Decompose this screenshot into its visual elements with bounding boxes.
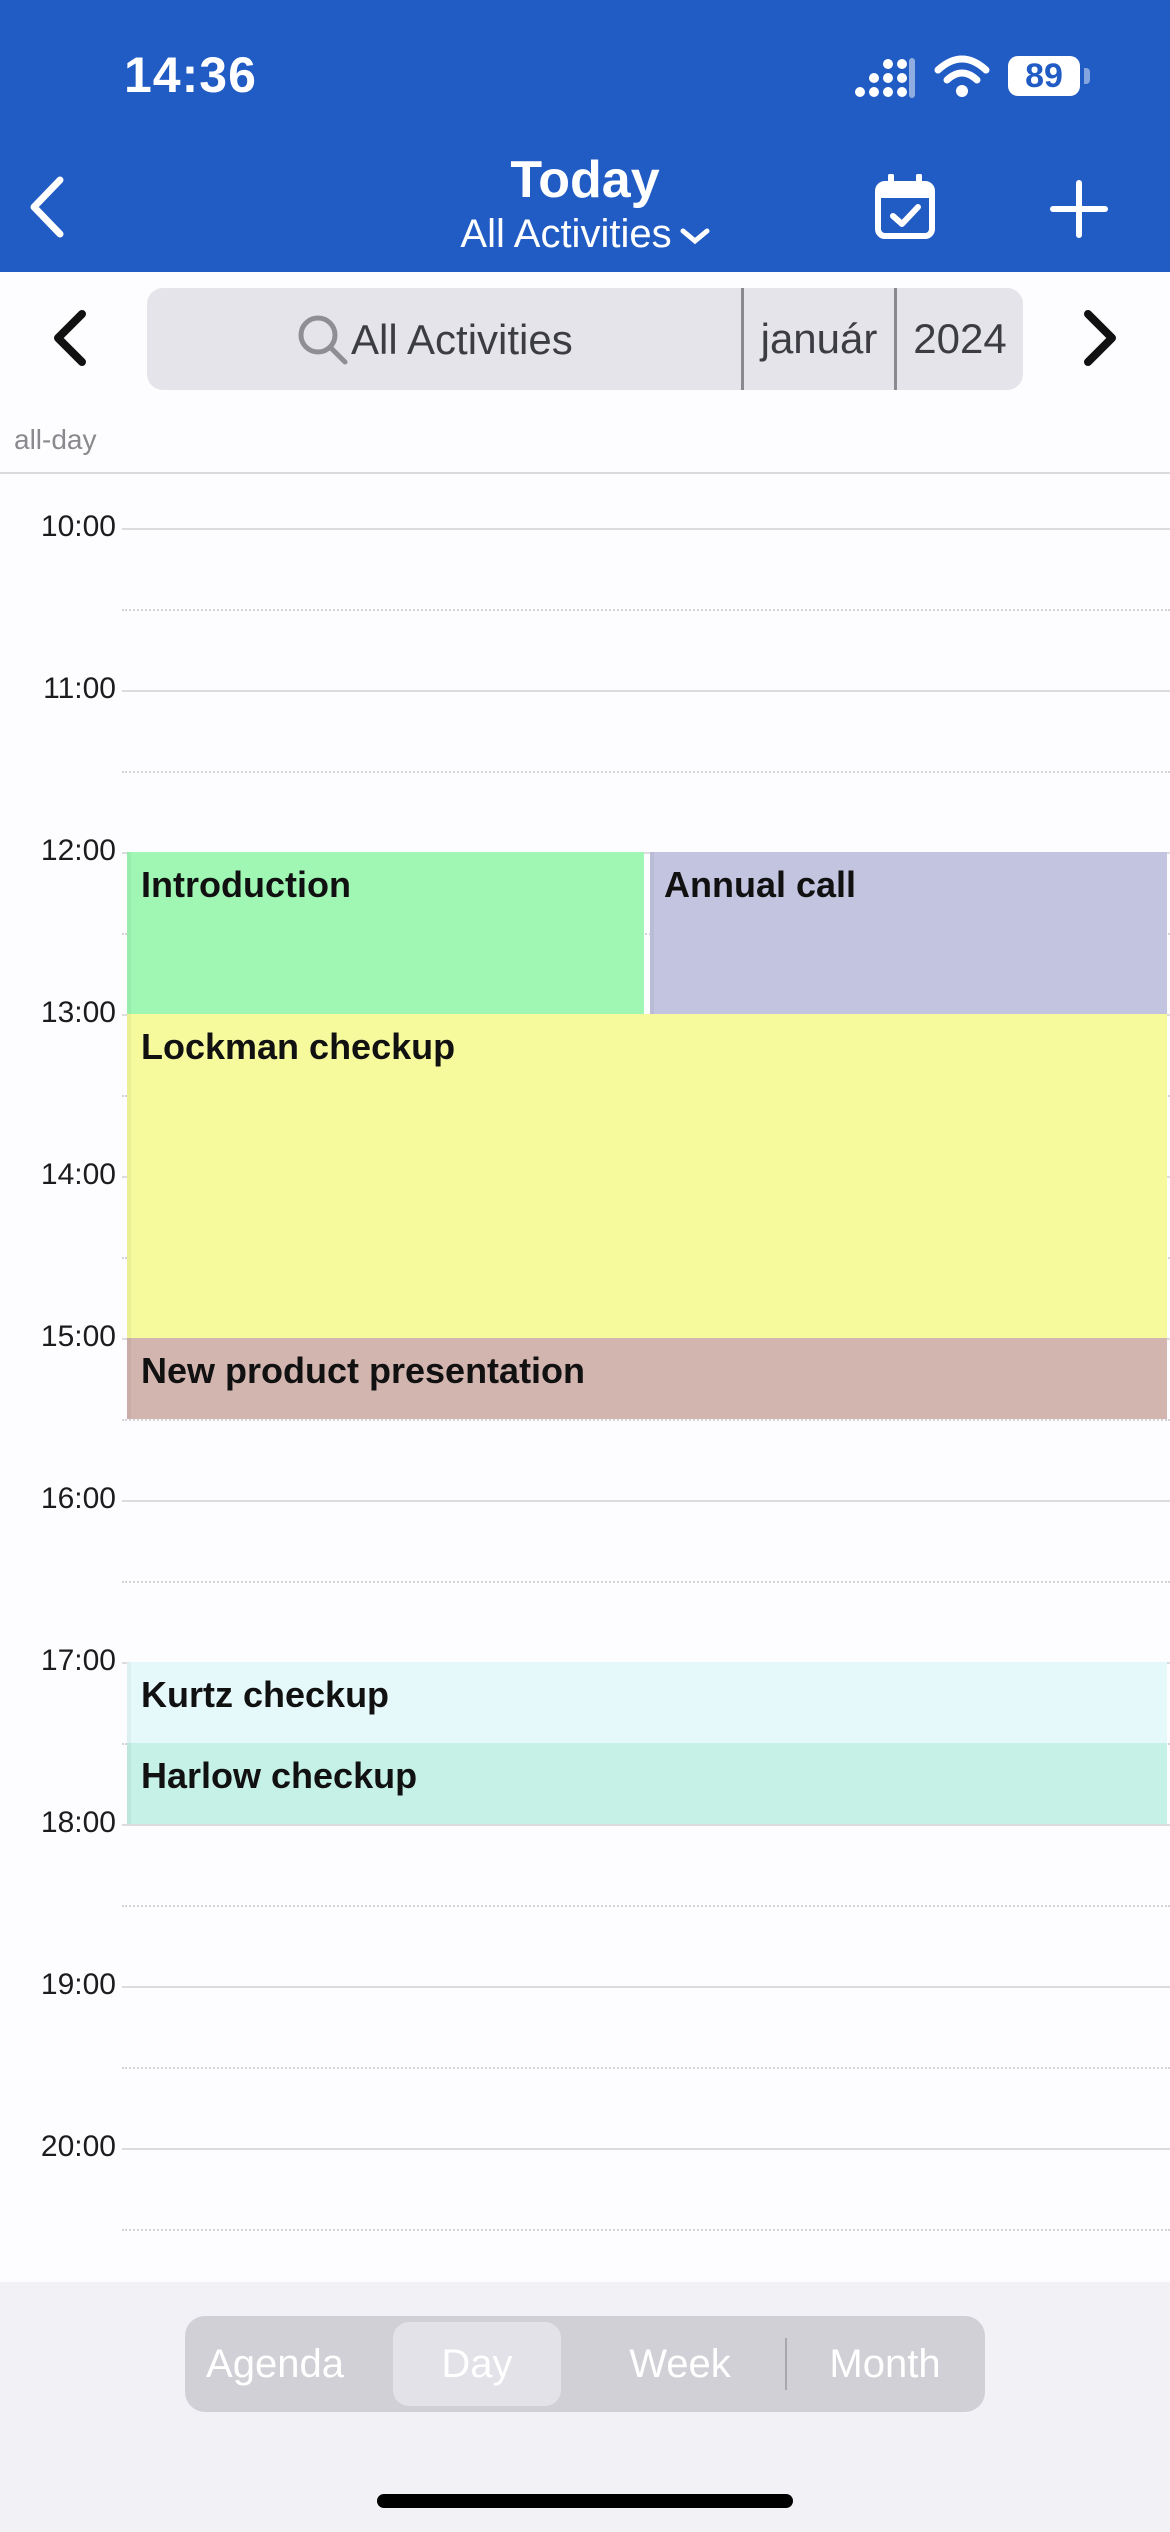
tab-divider [785, 2338, 787, 2390]
hour-label: 19:00 [40, 1968, 116, 2001]
tab-agenda[interactable]: Agenda [199, 2316, 351, 2412]
half-hour-gridline [122, 1581, 1170, 1583]
hour-label: 10:00 [40, 510, 116, 543]
half-hour-gridline [122, 771, 1170, 773]
event-block[interactable]: Harlow checkup [127, 1743, 1167, 1824]
event-title: Kurtz checkup [141, 1674, 390, 1715]
half-hour-gridline [122, 609, 1170, 611]
hour-gridline [122, 1986, 1170, 1988]
hour-gridline [122, 1824, 1170, 1826]
hour-gridline [122, 1500, 1170, 1502]
half-hour-gridline [122, 2229, 1170, 2231]
hour-label: 12:00 [40, 834, 116, 867]
event-title: Introduction [141, 864, 351, 905]
view-switcher: Agenda Day Week Month [185, 2316, 985, 2412]
hour-label: 15:00 [40, 1320, 116, 1353]
event-block[interactable]: Lockman checkup [127, 1014, 1167, 1338]
hour-gridline [122, 2148, 1170, 2150]
day-timeline[interactable]: 10:00 11:00 12:00 13:00 14:00 15:00 16:00 17:00… [0, 0, 1170, 2280]
event-block[interactable]: New product presentation [127, 1338, 1167, 1419]
half-hour-gridline [122, 2067, 1170, 2069]
event-title: Annual call [664, 864, 857, 905]
event-title: Harlow checkup [141, 1755, 418, 1796]
hour-label: 16:00 [40, 1482, 116, 1515]
home-indicator [377, 2494, 793, 2508]
tab-month[interactable]: Month [805, 2316, 965, 2412]
hour-label: 18:00 [40, 1806, 116, 1839]
hour-gridline [122, 528, 1170, 530]
half-hour-gridline [122, 1419, 1170, 1421]
event-title: New product presentation [141, 1350, 586, 1391]
event-title: Lockman checkup [141, 1026, 456, 1067]
hour-label: 11:00 [43, 672, 116, 705]
tab-week[interactable]: Week [595, 2316, 765, 2412]
hour-gridline [122, 690, 1170, 692]
event-block[interactable]: Kurtz checkup [127, 1662, 1167, 1743]
event-block[interactable]: Introduction [127, 852, 644, 1014]
event-block[interactable]: Annual call [650, 852, 1167, 1014]
hour-label: 14:00 [40, 1158, 116, 1191]
hour-label: 20:00 [40, 2130, 116, 2163]
half-hour-gridline [122, 1905, 1170, 1907]
tab-day[interactable]: Day [393, 2322, 561, 2406]
hour-label: 13:00 [40, 996, 116, 1029]
hour-label: 17:00 [40, 1644, 116, 1677]
